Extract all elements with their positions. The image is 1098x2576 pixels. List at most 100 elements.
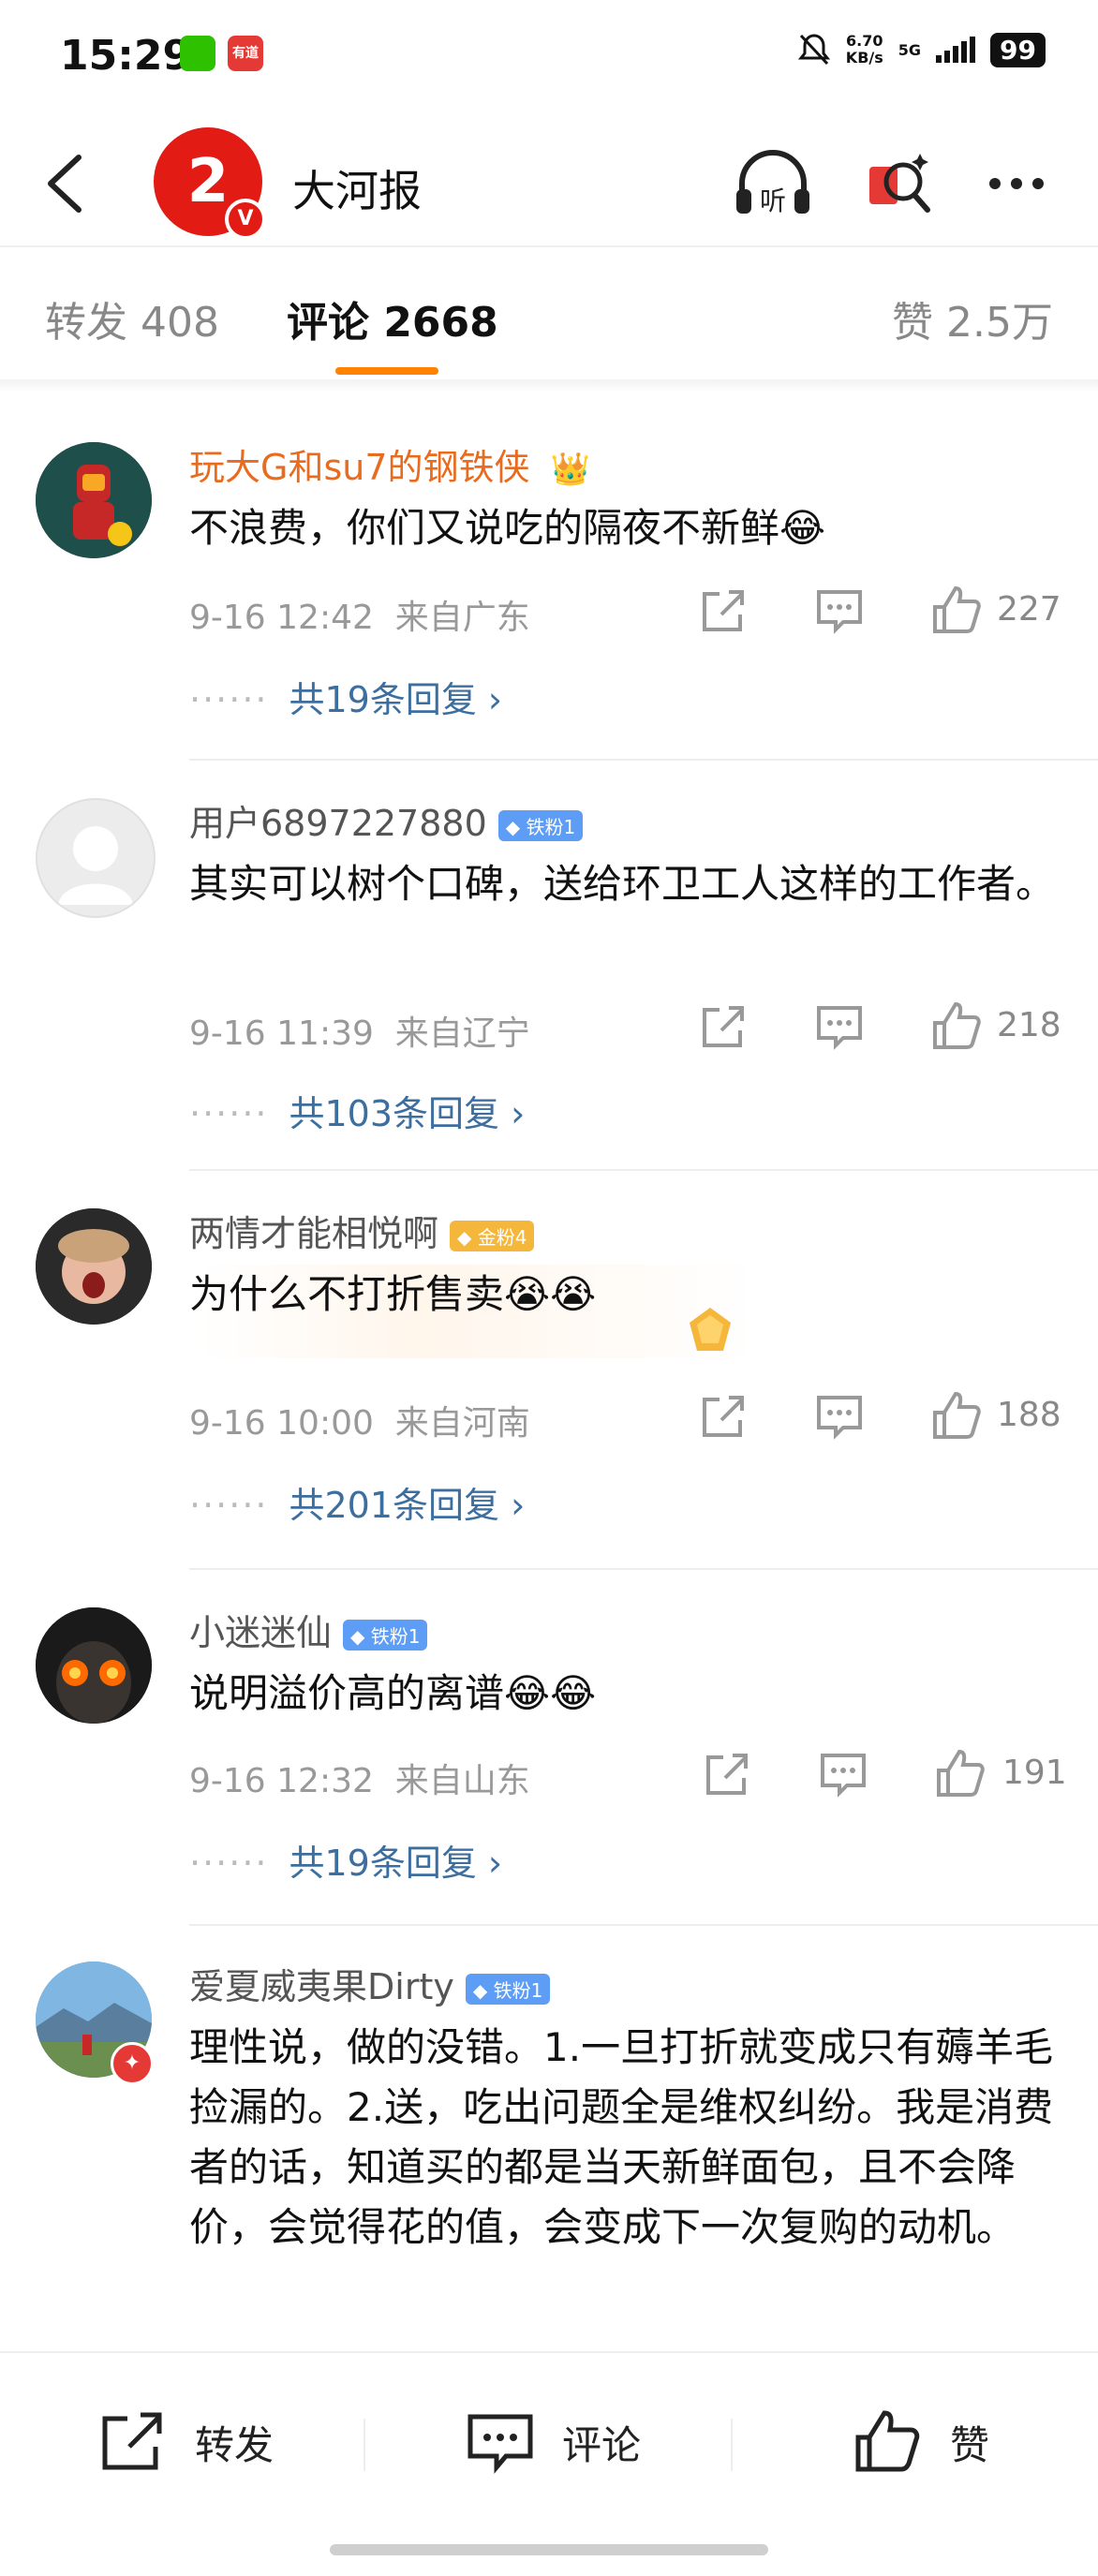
share-button[interactable] xyxy=(699,1746,755,1802)
comment-icon xyxy=(817,590,862,634)
more-button[interactable] xyxy=(974,146,1059,221)
star-badge-icon: ✦ xyxy=(111,2042,154,2085)
network-type: 5G xyxy=(898,40,922,59)
comment-button[interactable] xyxy=(811,583,868,639)
fan-badge: ◆ 铁粉1 xyxy=(465,1974,551,2005)
status-time: 15:29 xyxy=(60,32,192,80)
divider xyxy=(0,379,1098,392)
username[interactable]: 爱夏威夷果Dirty ◆ 铁粉1 xyxy=(189,1958,551,2009)
reply-dots: ······ xyxy=(189,679,269,720)
share-icon xyxy=(703,1396,744,1437)
fan-badge: ◆ 铁粉1 xyxy=(497,810,584,841)
comment-text: 理性说，做的没错。1.一旦打折就变成只有薅羊毛捡漏的。2.送，吃出问题全是维权纠… xyxy=(189,2024,1054,2250)
headphones-icon: 听 xyxy=(736,150,809,216)
share-button[interactable] xyxy=(695,1388,751,1444)
fan-badge: ◆ 金粉4 xyxy=(450,1221,535,1251)
comment-button[interactable] xyxy=(811,999,868,1055)
share-icon xyxy=(102,2412,162,2470)
comment-text: 说明溢价高的离谱😂😂 xyxy=(189,1670,597,1716)
wechat-icon xyxy=(180,36,215,71)
avatar[interactable] xyxy=(36,798,156,918)
like-action-button[interactable]: 赞 xyxy=(853,2400,989,2484)
like-count: 227 xyxy=(997,590,1061,629)
reply-dots: ······ xyxy=(189,1093,269,1134)
tab-active-indicator xyxy=(335,367,438,375)
divider xyxy=(189,759,1098,761)
view-replies-link[interactable]: ······ 共19条回复 › xyxy=(189,671,502,722)
like-icon xyxy=(855,2410,920,2472)
like-button[interactable] xyxy=(927,583,984,639)
like-icon xyxy=(937,1749,985,1797)
gem-icon xyxy=(682,1302,738,1358)
view-replies-link[interactable]: ······ 共19条回复 › xyxy=(189,1834,502,1886)
username[interactable]: 小迷迷仙 ◆ 铁粉1 xyxy=(189,1604,428,1655)
comment-text: 其实可以树个口碑，送给环卫工人这样的工作者。 xyxy=(189,861,1056,907)
more-icon xyxy=(989,178,1044,189)
comment-meta: 9-16 12:32 来自山东 xyxy=(189,1762,530,1800)
like-button[interactable] xyxy=(927,1388,984,1444)
comment-button[interactable] xyxy=(815,1746,871,1802)
crown-icon: 👑 xyxy=(550,451,590,488)
view-replies-link[interactable]: ······ 共103条回复 › xyxy=(189,1085,525,1136)
avatar[interactable] xyxy=(36,1607,152,1724)
like-count: 188 xyxy=(997,1396,1061,1434)
like-icon xyxy=(933,1391,981,1439)
username[interactable]: 用户6897227880 ◆ 铁粉1 xyxy=(189,794,584,846)
tab-like[interactable]: 赞 2.5万 xyxy=(892,289,1053,348)
avatar[interactable] xyxy=(36,1208,152,1325)
comment-meta: 9-16 12:42 来自广东 xyxy=(189,599,530,637)
bottom-action-bar: 转发 评论 赞 xyxy=(0,2351,1098,2576)
youdao-icon: 有道 xyxy=(228,36,263,71)
divider xyxy=(189,1924,1098,1926)
comment-text: 为什么不打折售卖😭😭 xyxy=(189,1271,597,1317)
like-button[interactable] xyxy=(931,1746,987,1802)
repost-button[interactable]: 转发 xyxy=(97,2400,274,2484)
like-icon xyxy=(933,1001,981,1049)
home-indicator[interactable] xyxy=(330,2544,768,2555)
share-button[interactable] xyxy=(695,583,751,639)
reply-dots: ······ xyxy=(189,1843,269,1884)
divider xyxy=(189,1169,1098,1171)
mute-bell-icon xyxy=(797,34,830,66)
fire-eyes-avatar-icon xyxy=(36,1607,152,1724)
like-count: 191 xyxy=(1002,1754,1067,1792)
status-right: 6.70 KB/s 5G 99 xyxy=(797,32,1046,67)
fan-badge: ◆ 铁粉1 xyxy=(343,1620,428,1651)
comment-meta: 9-16 10:00 来自河南 xyxy=(189,1404,530,1443)
comment-icon xyxy=(821,1754,866,1798)
account-name[interactable]: 大河报 xyxy=(292,157,422,219)
comment-action-button[interactable]: 评论 xyxy=(465,2400,641,2484)
back-arrow-icon xyxy=(48,155,82,213)
comment-button[interactable] xyxy=(811,1388,868,1444)
tab-repost[interactable]: 转发 408 xyxy=(45,289,219,348)
like-count: 218 xyxy=(997,1006,1061,1044)
share-icon xyxy=(703,590,744,631)
account-avatar[interactable]: 2 V xyxy=(154,127,266,240)
divider xyxy=(731,2419,733,2471)
comment-icon xyxy=(817,1006,862,1050)
like-icon xyxy=(933,585,981,633)
share-button[interactable] xyxy=(695,999,751,1055)
red-packet-search-icon xyxy=(869,154,930,213)
tab-comment[interactable]: 评论 2668 xyxy=(287,289,498,348)
network-speed: 6.70 KB/s xyxy=(845,32,883,67)
red-packet-button[interactable] xyxy=(862,146,937,221)
username[interactable]: 玩大G和su7的钢铁侠 👑 xyxy=(189,438,590,490)
verified-badge: V xyxy=(225,199,266,240)
ironman-avatar-icon xyxy=(36,442,152,558)
divider xyxy=(364,2419,365,2471)
share-icon xyxy=(703,1006,744,1047)
listen-button[interactable]: 听 xyxy=(731,146,815,221)
share-icon xyxy=(706,1754,748,1795)
comment-text: 不浪费，你们又说吃的隔夜不新鲜😂 xyxy=(189,505,826,551)
like-button[interactable] xyxy=(927,999,984,1055)
comment-icon xyxy=(817,1396,862,1440)
status-bar: 15:29 有道 6.70 KB/s 5G 99 xyxy=(0,0,1098,112)
comment-meta: 9-16 11:39 来自辽宁 xyxy=(189,1014,530,1053)
child-avatar-icon xyxy=(36,1208,152,1325)
avatar[interactable] xyxy=(36,442,152,558)
reply-dots: ······ xyxy=(189,1485,269,1526)
username[interactable]: 两情才能相悦啊 ◆ 金粉4 xyxy=(189,1205,535,1256)
back-button[interactable] xyxy=(37,150,94,215)
view-replies-link[interactable]: ······ 共201条回复 › xyxy=(189,1476,525,1528)
